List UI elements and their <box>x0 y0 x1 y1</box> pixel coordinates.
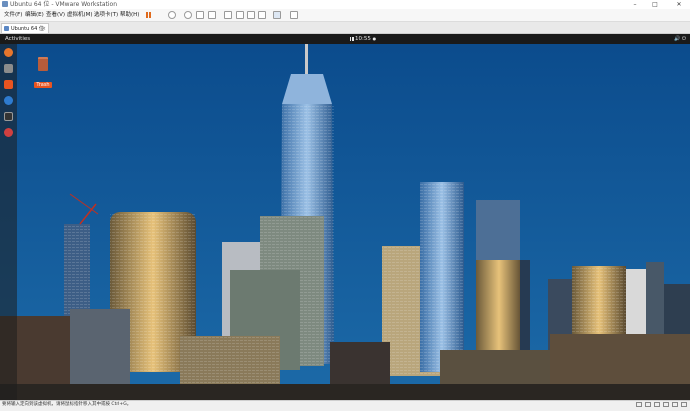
minimize-button[interactable]: – <box>628 0 642 9</box>
sound-icon[interactable] <box>672 402 678 407</box>
thumbnail-icon[interactable] <box>236 11 244 19</box>
network-icon[interactable] <box>654 402 660 407</box>
desktop-trash[interactable]: Trash <box>34 57 52 90</box>
system-menu-icons[interactable]: 🔊 ⏻ <box>674 34 686 44</box>
revert-snapshot-icon[interactable] <box>196 11 204 19</box>
fullscreen-icon[interactable] <box>247 11 255 19</box>
software-center-icon[interactable] <box>4 80 13 89</box>
tab-ubuntu[interactable]: Ubuntu 64 位 × <box>1 23 49 33</box>
desktop-wallpaper <box>0 34 690 400</box>
menubar: 文件(F) 编辑(E) 查看(V) 虚拟机(M) 选项卡(T) 帮助(H) <box>0 9 690 22</box>
hdd-icon[interactable] <box>636 402 642 407</box>
send-keys-icon[interactable] <box>168 11 176 19</box>
tab-close-icon[interactable]: × <box>42 24 46 34</box>
vmware-app-icon <box>2 1 8 7</box>
menu-edit[interactable]: 编辑(E) <box>25 9 44 21</box>
window-title: Ubuntu 64 位 - VMware Workstation <box>10 1 118 8</box>
tab-bar: Ubuntu 64 位 × <box>0 22 690 34</box>
display-icon[interactable] <box>681 402 687 407</box>
gnome-top-bar: Activities 10:55 ● 🔊 ⏻ <box>0 34 690 44</box>
terminal-icon[interactable] <box>4 112 13 121</box>
cdrom-icon[interactable] <box>645 402 651 407</box>
stretch-icon[interactable] <box>290 11 298 19</box>
menu-file[interactable]: 文件(F) <box>4 9 22 21</box>
help-icon[interactable] <box>4 96 13 105</box>
maximize-button[interactable]: □ <box>648 0 662 9</box>
status-dot: ● <box>372 36 377 41</box>
activities-button[interactable]: Activities <box>5 34 30 44</box>
manage-snapshots-icon[interactable] <box>208 11 216 19</box>
window-titlebar: Ubuntu 64 位 - VMware Workstation – □ ✕ <box>0 0 690 9</box>
trash-icon <box>38 57 48 71</box>
tab-label: Ubuntu 64 位 <box>11 26 44 32</box>
menu-vm[interactable]: 虚拟机(M) <box>67 9 93 21</box>
menu-view[interactable]: 查看(V) <box>46 9 65 21</box>
unity-icon[interactable] <box>258 11 266 19</box>
sidebar-icon[interactable] <box>224 11 232 19</box>
files-icon[interactable] <box>4 64 13 73</box>
device-status-icons[interactable] <box>633 402 687 411</box>
paused-indicator-icon <box>350 37 354 41</box>
trash-label: Trash <box>34 82 52 88</box>
console-view-icon[interactable] <box>273 11 281 19</box>
usb-icon[interactable] <box>663 402 669 407</box>
menu-tabs[interactable]: 选项卡(T) <box>94 9 118 21</box>
vm-icon <box>4 26 9 31</box>
pause-icon[interactable] <box>145 11 153 19</box>
clock[interactable]: 10:55 ● <box>355 34 376 44</box>
firefox-icon[interactable] <box>4 48 13 57</box>
vm-console[interactable]: Activities 10:55 ● 🔊 ⏻ Trash <box>0 34 690 400</box>
menu-help[interactable]: 帮助(H) <box>120 9 139 21</box>
disc-icon[interactable] <box>4 128 13 137</box>
close-button[interactable]: ✕ <box>672 0 686 9</box>
snapshot-icon[interactable] <box>184 11 192 19</box>
ubuntu-dock <box>0 44 17 400</box>
